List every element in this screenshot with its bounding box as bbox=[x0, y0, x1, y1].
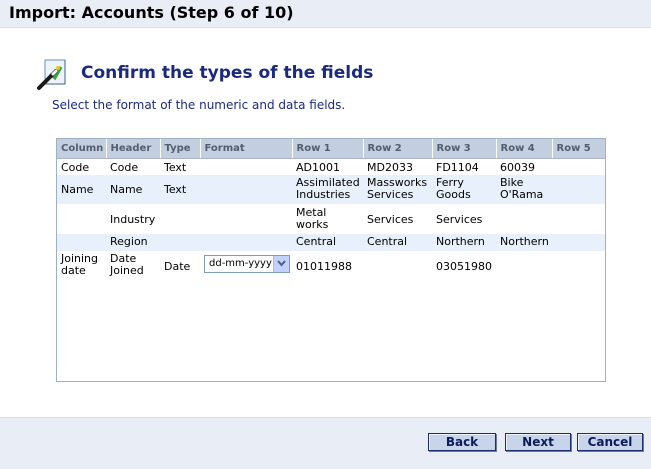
cell-column: Name bbox=[57, 175, 106, 204]
back-button[interactable]: Back bbox=[428, 433, 496, 451]
cell-row2: MD2033 bbox=[367, 160, 413, 174]
cell-row3: FD1104 bbox=[436, 160, 479, 174]
cell-row5 bbox=[552, 204, 605, 234]
cell-row5 bbox=[552, 251, 605, 282]
cell-row4: 60039 bbox=[500, 160, 535, 174]
cell-row5 bbox=[552, 175, 605, 204]
cell-column bbox=[57, 204, 106, 234]
column-header[interactable]: Row 2 bbox=[363, 139, 433, 159]
cell-row2: Central bbox=[363, 234, 432, 251]
cell-row5 bbox=[552, 234, 605, 251]
column-header[interactable]: Type bbox=[160, 139, 201, 159]
cell-row5 bbox=[552, 158, 605, 175]
page-subtitle: Select the format of the numeric and dat… bbox=[52, 98, 346, 112]
cell-format bbox=[200, 158, 292, 175]
cell-row1: AD1001 bbox=[296, 160, 340, 174]
cell-column bbox=[57, 234, 106, 251]
cell-column: Joining date bbox=[61, 252, 99, 277]
cell-format bbox=[200, 204, 292, 234]
cell-row1: Central bbox=[292, 234, 363, 251]
cell-row2: Massworks Services bbox=[363, 175, 432, 204]
column-header[interactable]: Row 1 bbox=[292, 139, 364, 159]
cell-header: Date Joined bbox=[110, 252, 144, 277]
cell-row2: Services bbox=[367, 213, 414, 226]
cell-column: Code bbox=[61, 160, 90, 174]
cell-type: Text bbox=[164, 160, 187, 174]
column-header[interactable]: Row 3 bbox=[432, 139, 497, 159]
cell-type bbox=[160, 234, 200, 251]
cell-row1: Metal works bbox=[296, 206, 329, 231]
cell-row3: Ferry Goods bbox=[432, 175, 496, 204]
cell-format bbox=[200, 234, 292, 251]
cell-row4 bbox=[496, 204, 552, 234]
cell-format bbox=[200, 175, 292, 204]
cell-row3: Northern bbox=[432, 234, 496, 251]
cell-format: dd-mm-yyyy bbox=[200, 251, 292, 282]
table-row[interactable]: Joining date Date Joined Date dd-mm-yyyy… bbox=[57, 251, 605, 282]
field-types-table: Column Header Type Format Row 1 Row 2 Ro… bbox=[57, 139, 605, 282]
field-types-grid: Column Header Type Format Row 1 Row 2 Ro… bbox=[56, 138, 606, 382]
cancel-button[interactable]: Cancel bbox=[577, 433, 643, 451]
cell-row3: 03051980 bbox=[436, 260, 492, 273]
table-row[interactable]: Region Central Central Northern Northern bbox=[57, 234, 605, 251]
table-header-row: Column Header Type Format Row 1 Row 2 Ro… bbox=[57, 139, 605, 159]
cell-row4: Bike O'Rama bbox=[496, 175, 552, 204]
cell-row1: Assimilated Industries bbox=[292, 175, 363, 204]
chevron-down-icon[interactable] bbox=[273, 256, 289, 272]
window-title: Import: Accounts (Step 6 of 10) bbox=[9, 3, 294, 22]
column-header[interactable]: Row 5 bbox=[552, 139, 605, 159]
cell-type: Text bbox=[160, 175, 200, 204]
date-format-select[interactable]: dd-mm-yyyy bbox=[204, 255, 290, 273]
title-bar: Import: Accounts (Step 6 of 10) bbox=[0, 0, 651, 28]
cell-type: Date bbox=[164, 260, 191, 273]
cell-row4 bbox=[496, 251, 552, 282]
cell-type bbox=[160, 204, 200, 234]
cell-header: Industry bbox=[110, 213, 156, 226]
cell-header: Code bbox=[110, 160, 139, 174]
page-title: Confirm the types of the fields bbox=[81, 63, 374, 83]
wizard-wand-icon bbox=[36, 57, 70, 91]
cell-row3: Services bbox=[436, 213, 483, 226]
table-row[interactable]: Name Name Text Assimilated Industries Ma… bbox=[57, 175, 605, 204]
date-format-value: dd-mm-yyyy bbox=[209, 258, 272, 269]
column-header[interactable]: Header bbox=[106, 139, 161, 159]
table-row[interactable]: Code Code Text AD1001 MD2033 FD1104 6003… bbox=[57, 158, 605, 175]
cell-row4: Northern bbox=[496, 234, 552, 251]
column-header[interactable]: Format bbox=[200, 139, 293, 159]
cell-header: Name bbox=[106, 175, 160, 204]
cell-header: Region bbox=[106, 234, 160, 251]
column-header[interactable]: Column bbox=[57, 139, 107, 159]
table-row[interactable]: Industry Metal works Services Services bbox=[57, 204, 605, 234]
column-header[interactable]: Row 4 bbox=[496, 139, 553, 159]
cell-row1: 01011988 bbox=[296, 260, 352, 273]
cell-row2 bbox=[363, 251, 432, 282]
next-button[interactable]: Next bbox=[505, 433, 571, 451]
